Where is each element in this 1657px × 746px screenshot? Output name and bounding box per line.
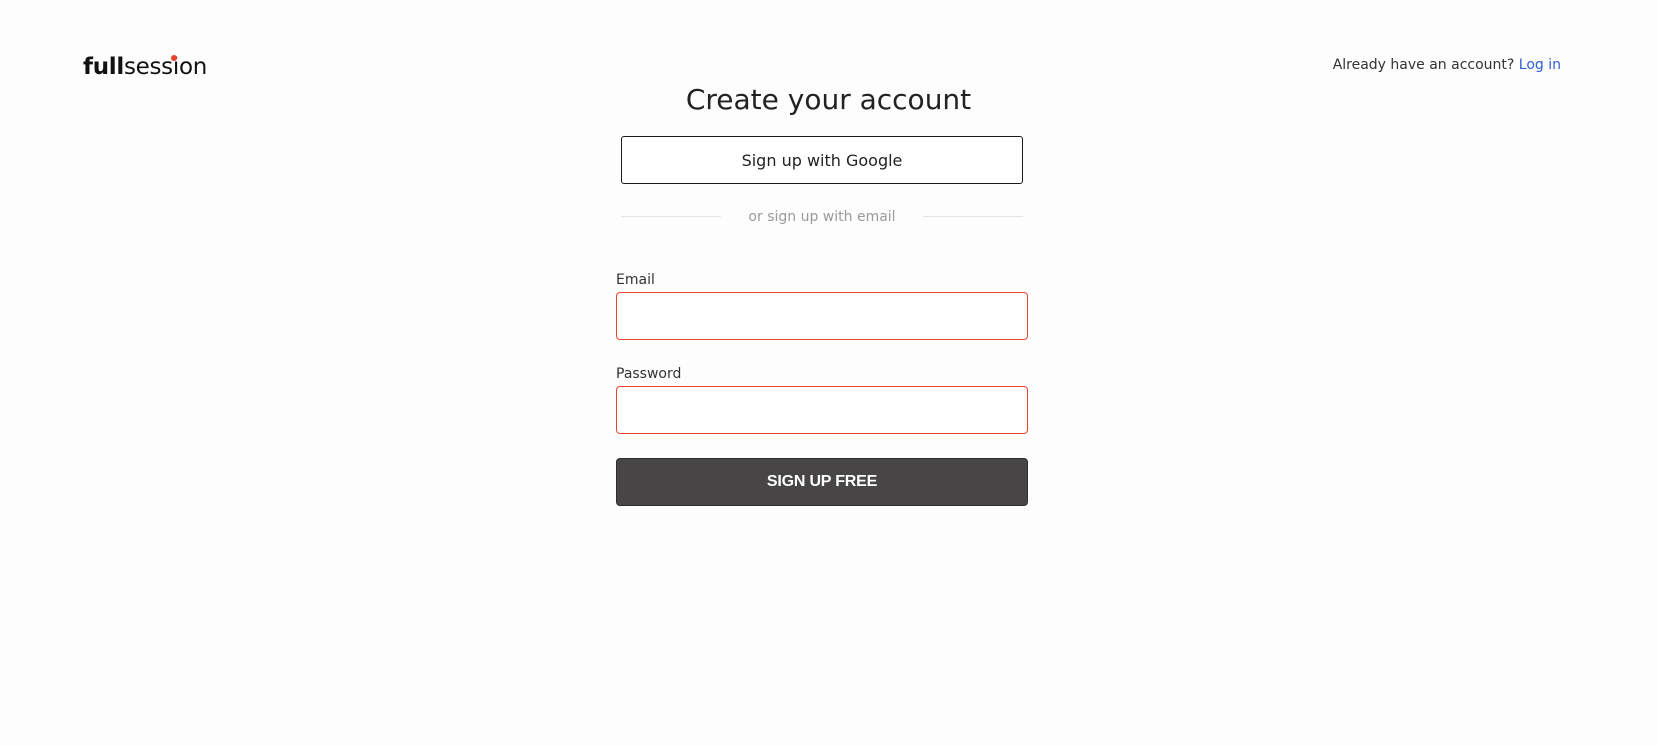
signup-page: fullsession Already have an account? Log… xyxy=(0,0,1657,746)
fullsession-logo[interactable]: fullsession xyxy=(83,53,207,81)
email-label: Email xyxy=(616,272,655,288)
google-signup-button[interactable]: Sign up with Google xyxy=(621,136,1023,184)
password-field[interactable] xyxy=(616,386,1028,434)
logo-text-rest: session xyxy=(123,54,207,80)
logo-dot-icon xyxy=(171,55,177,61)
signup-submit-button[interactable]: SIGN UP FREE xyxy=(616,458,1028,506)
email-field[interactable] xyxy=(616,292,1028,340)
login-prompt: Already have an account? Log in xyxy=(1333,57,1561,73)
login-link[interactable]: Log in xyxy=(1519,57,1561,73)
divider-line-right xyxy=(923,216,1023,217)
divider-text: or sign up with email xyxy=(748,209,896,225)
account-prompt-text: Already have an account? xyxy=(1332,57,1515,73)
page-title: Create your account xyxy=(685,83,972,116)
logo-text-bold: full xyxy=(83,54,124,80)
email-divider: or sign up with email xyxy=(621,206,1023,228)
password-label: Password xyxy=(616,366,682,382)
